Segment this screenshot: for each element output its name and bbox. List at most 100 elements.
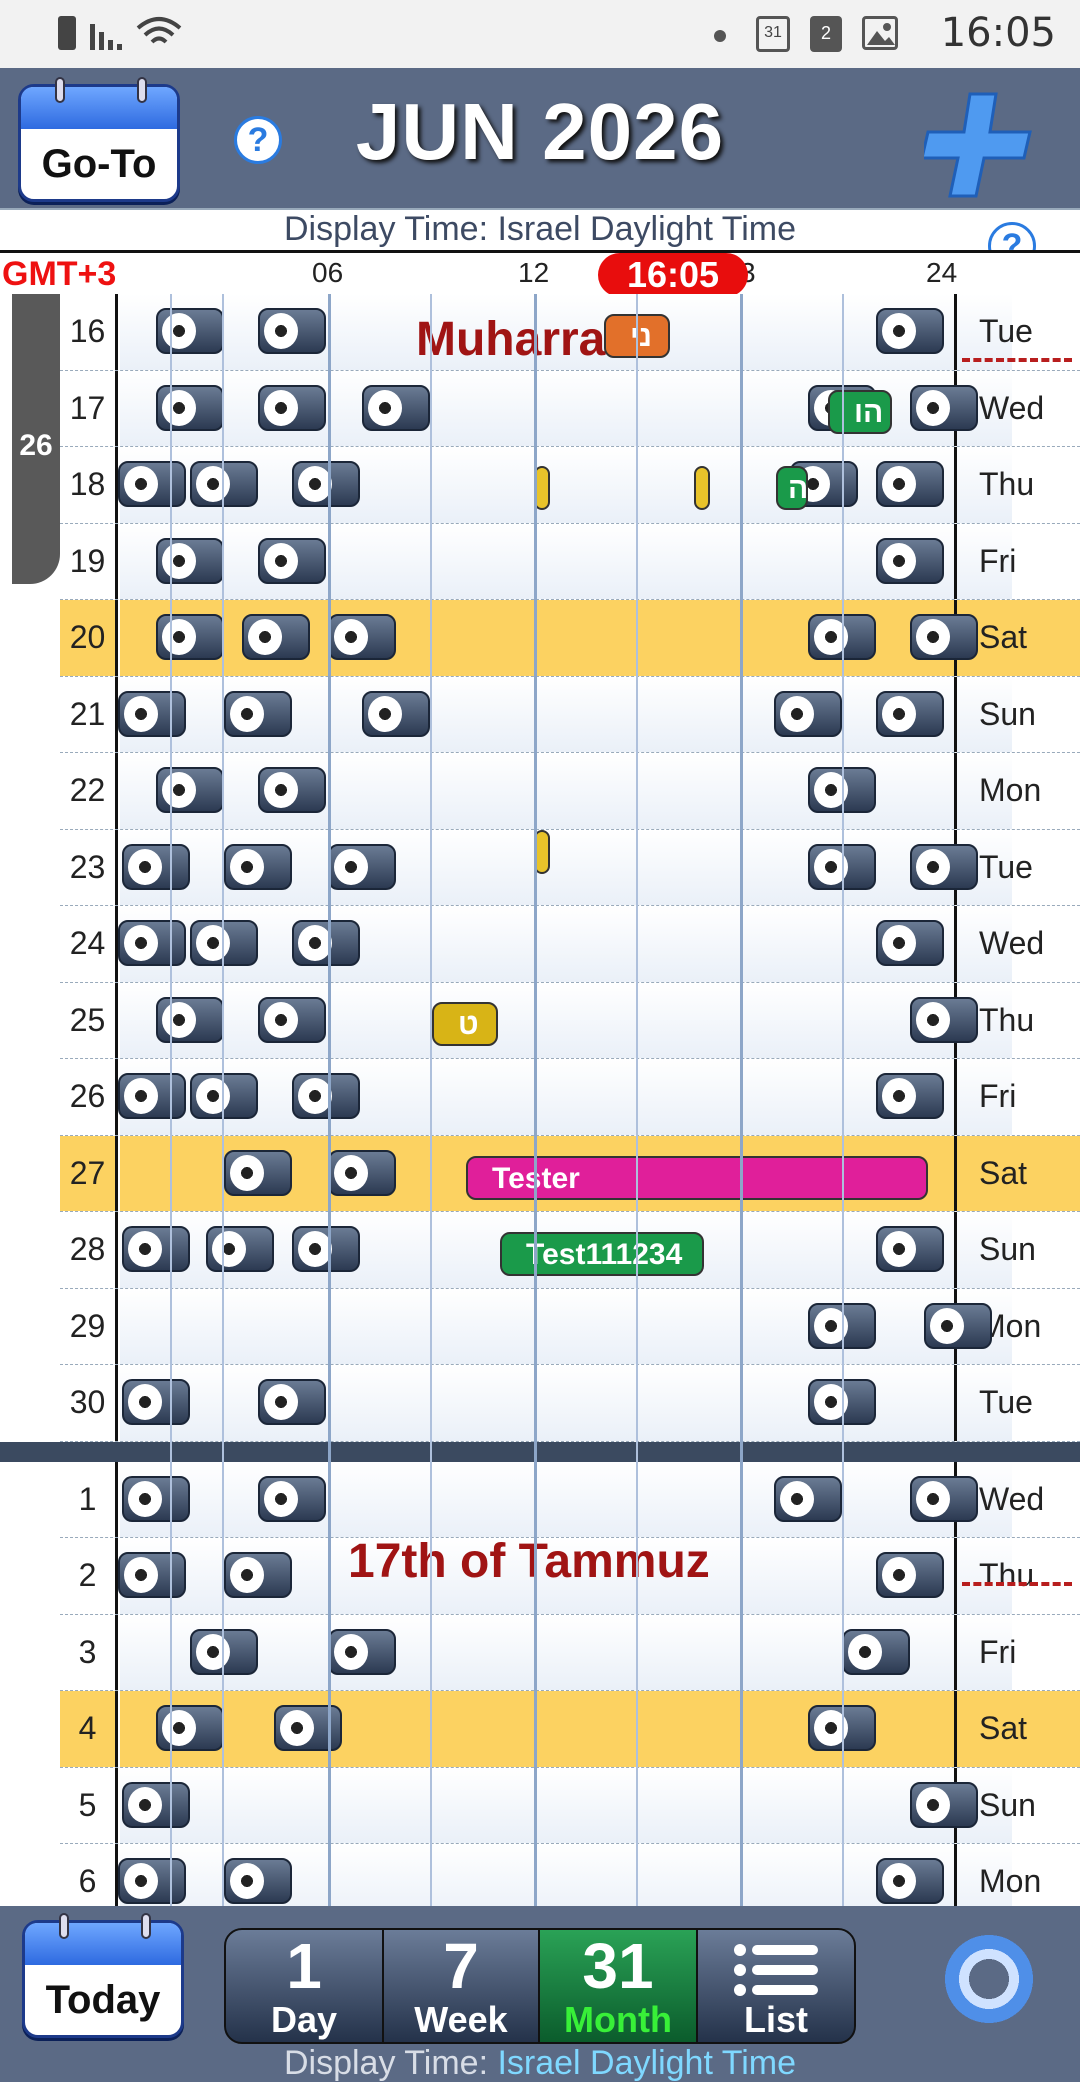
- soccer-ball-event[interactable]: [292, 461, 360, 507]
- soccer-ball-event[interactable]: [118, 1073, 186, 1119]
- event-test111234[interactable]: Test111234: [500, 1232, 704, 1276]
- soccer-ball-event[interactable]: [122, 1475, 190, 1522]
- soccer-ball-event[interactable]: [206, 1226, 274, 1272]
- soccer-ball-event[interactable]: [156, 1705, 224, 1751]
- tab-list[interactable]: List: [696, 1928, 856, 2044]
- holiday-marker-16: [962, 358, 1072, 362]
- tab-month[interactable]: 31 Month: [538, 1928, 698, 2044]
- soccer-ball-event[interactable]: [224, 690, 292, 737]
- day-timeline[interactable]: [120, 982, 1012, 1058]
- day-timeline[interactable]: [120, 1691, 1012, 1767]
- soccer-ball-event[interactable]: [118, 920, 186, 966]
- soccer-ball-event[interactable]: [328, 1149, 396, 1196]
- soccer-ball-event[interactable]: [910, 384, 978, 431]
- soccer-ball-event[interactable]: [190, 1628, 258, 1675]
- add-event-button[interactable]: [920, 90, 1034, 200]
- soccer-ball-event[interactable]: [910, 614, 978, 660]
- soccer-ball-event[interactable]: [910, 1475, 978, 1522]
- day-timeline[interactable]: [120, 753, 1012, 829]
- soccer-ball-event[interactable]: [910, 1781, 978, 1828]
- soccer-ball-event[interactable]: [258, 767, 326, 813]
- soccer-ball-event[interactable]: [876, 1073, 944, 1119]
- soccer-ball-event[interactable]: [258, 537, 326, 584]
- soccer-ball-event[interactable]: [156, 767, 224, 813]
- soccer-ball-event[interactable]: [876, 537, 944, 584]
- soccer-ball-event[interactable]: [876, 920, 944, 966]
- soccer-ball-event[interactable]: [292, 920, 360, 966]
- soccer-ball-event[interactable]: [224, 843, 292, 890]
- tick-06: 06: [312, 257, 344, 288]
- event-yellow-18b[interactable]: [694, 466, 710, 510]
- day-number: 2: [60, 1538, 118, 1614]
- soccer-ball-event[interactable]: [258, 384, 326, 431]
- soccer-ball-event[interactable]: [156, 537, 224, 584]
- soccer-ball-event[interactable]: [876, 1858, 944, 1904]
- soccer-ball-event[interactable]: [156, 384, 224, 431]
- today-button[interactable]: Today: [22, 1913, 184, 2038]
- soccer-ball-event[interactable]: [224, 1552, 292, 1598]
- soccer-ball-event[interactable]: [292, 1073, 360, 1119]
- soccer-ball-event[interactable]: [190, 920, 258, 966]
- day-number: 17: [60, 370, 118, 446]
- soccer-ball-event[interactable]: [258, 1379, 326, 1425]
- soccer-ball-event[interactable]: [876, 308, 944, 354]
- tab-week[interactable]: 7 Week: [382, 1928, 540, 2044]
- soccer-ball-event[interactable]: [328, 1628, 396, 1675]
- day-number: 4: [60, 1691, 118, 1767]
- soccer-ball-event[interactable]: [156, 308, 224, 354]
- event-yellow-25[interactable]: ט: [432, 1002, 498, 1046]
- weekday-label: Sun: [954, 1212, 1080, 1288]
- soccer-ball-event[interactable]: [876, 690, 944, 737]
- soccer-ball-event[interactable]: [274, 1705, 342, 1751]
- soccer-ball-event[interactable]: [258, 1475, 326, 1522]
- soccer-ball-event[interactable]: [876, 1226, 944, 1272]
- soccer-ball-event[interactable]: [292, 1226, 360, 1272]
- soccer-ball-event[interactable]: [910, 996, 978, 1043]
- soccer-ball-event[interactable]: [118, 461, 186, 507]
- tab-day[interactable]: 1 Day: [224, 1928, 384, 2044]
- soccer-ball-event[interactable]: [118, 1858, 186, 1904]
- soccer-ball-event[interactable]: [190, 461, 258, 507]
- soccer-ball-event[interactable]: [118, 1552, 186, 1598]
- soccer-ball-event[interactable]: [774, 1475, 842, 1522]
- soccer-ball-event[interactable]: [328, 843, 396, 890]
- day-timeline[interactable]: [120, 1288, 1012, 1364]
- day-timeline[interactable]: [120, 1365, 1012, 1441]
- soccer-ball-event[interactable]: [876, 461, 944, 507]
- soccer-ball-event[interactable]: [242, 614, 310, 660]
- soccer-ball-event[interactable]: [122, 843, 190, 890]
- soccer-ball-event[interactable]: [774, 690, 842, 737]
- soccer-ball-event[interactable]: [118, 690, 186, 737]
- time-ruler: GMT+3 06 12 3 24 16:05: [0, 250, 1080, 297]
- holiday-tammuz[interactable]: 17th of Tammuz: [348, 1534, 710, 1589]
- holiday-marker-2: [962, 1582, 1072, 1586]
- soccer-ball-event[interactable]: [224, 1858, 292, 1904]
- settings-gear-icon[interactable]: [940, 1930, 1038, 2028]
- soccer-ball-event[interactable]: [842, 1628, 910, 1675]
- soccer-ball-event[interactable]: [156, 614, 224, 660]
- soccer-ball-event[interactable]: [122, 1781, 190, 1828]
- day-number: 16: [60, 294, 118, 370]
- event-green-18[interactable]: ה: [776, 466, 808, 510]
- soccer-ball-event[interactable]: [122, 1226, 190, 1272]
- soccer-ball-event[interactable]: [362, 384, 430, 431]
- soccer-ball-event[interactable]: [328, 614, 396, 660]
- soccer-ball-event[interactable]: [876, 1552, 944, 1598]
- day-timeline[interactable]: [120, 1767, 1012, 1843]
- soccer-ball-event[interactable]: [156, 996, 224, 1043]
- goto-button[interactable]: Go-To: [18, 77, 180, 202]
- help-icon[interactable]: ?: [234, 116, 282, 164]
- soccer-ball-event[interactable]: [258, 996, 326, 1043]
- day-row[interactable]: 30 Tue: [60, 1365, 1080, 1442]
- soccer-ball-event[interactable]: [122, 1379, 190, 1425]
- event-green-17[interactable]: הו: [828, 390, 892, 434]
- soccer-ball-event[interactable]: [224, 1149, 292, 1196]
- soccer-ball-event[interactable]: [924, 1302, 992, 1349]
- month-grid[interactable]: 16 Tue 17 Wed 18 Thu 19 Fri 20 Sat 21 Sun 22 Mon 23 Tue…: [0, 294, 1080, 1906]
- day-timeline[interactable]: [120, 1461, 1012, 1537]
- soccer-ball-event[interactable]: [258, 308, 326, 354]
- soccer-ball-event[interactable]: [910, 843, 978, 890]
- soccer-ball-event[interactable]: [362, 690, 430, 737]
- soccer-ball-event[interactable]: [190, 1073, 258, 1119]
- day-number: 20: [60, 600, 118, 676]
